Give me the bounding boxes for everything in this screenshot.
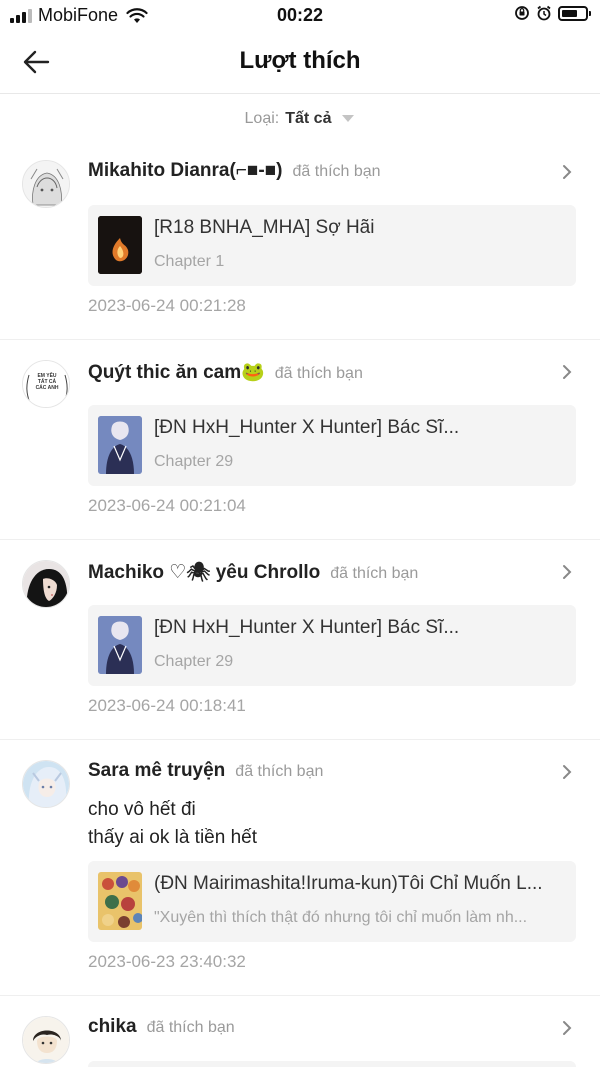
story-excerpt: "Xuyên thì thích thật đó nhưng tôi chỉ m…	[154, 909, 528, 926]
action-text: đã thích bạn	[292, 163, 381, 180]
story-cover	[98, 872, 142, 930]
avatar-image	[23, 761, 69, 807]
story-title: (ĐN Mairimashita!Iruma-kun)Tôi Chỉ Muốn …	[154, 873, 543, 894]
avatar-image	[23, 1017, 69, 1063]
status-time: 00:22	[276, 5, 324, 25]
story-cover	[98, 416, 142, 474]
timestamp: 2023-06-23 23:40:32	[88, 952, 246, 971]
story-chapter: Chapter 29	[154, 653, 234, 670]
user-line: Mikahito Dianra(⌐■-■) đã thích bạn	[88, 160, 381, 182]
action-text: đã thích bạn	[146, 1019, 235, 1036]
nav-bar: Lượt thích	[0, 32, 600, 94]
list-item[interactable]: chika đã thích bạn	[0, 996, 600, 1067]
user-name[interactable]: chika	[88, 1016, 137, 1038]
chevron-right-icon[interactable]	[560, 1018, 574, 1038]
timestamp: 2023-06-24 00:21:04	[88, 496, 246, 515]
filter-value: Tất cả	[285, 110, 332, 127]
comment-line: cho vô hết đi	[88, 799, 196, 820]
user-line: Quýt thic ăn cam🐸 đã thích bạn	[88, 360, 363, 384]
user-name[interactable]: Machiko ♡🕷 yêu Chrollo	[88, 560, 320, 584]
chevron-right-icon[interactable]	[560, 762, 574, 782]
action-text: đã thích bạn	[274, 365, 363, 382]
list-item[interactable]: Sara mê truyện đã thích bạn cho vô hết đ…	[0, 740, 600, 996]
story-card[interactable]: [R18 BNHA_MHA] Sợ Hãi Chapter 1	[88, 205, 576, 286]
story-cover	[98, 216, 142, 274]
avatar[interactable]: EM YÊU TẤT CẢ CÁC ANH	[22, 360, 70, 408]
page-title: Lượt thích	[239, 47, 361, 74]
avatar[interactable]	[22, 1016, 70, 1064]
timestamp: 2023-06-24 00:21:28	[88, 296, 246, 315]
avatar-text: EM YÊU TẤT CẢ CÁC ANH	[35, 373, 59, 391]
action-text: đã thích bạn	[330, 565, 419, 582]
user-name[interactable]: Quýt thic ăn cam🐸	[88, 360, 265, 384]
list-item[interactable]: Machiko ♡🕷 yêu Chrollo đã thích bạn [ĐN …	[0, 540, 600, 740]
user-line: Sara mê truyện đã thích bạn	[88, 760, 323, 782]
avatar[interactable]	[22, 560, 70, 608]
chevron-right-icon[interactable]	[560, 362, 574, 382]
chevron-right-icon[interactable]	[560, 162, 574, 182]
orientation-lock-icon	[515, 6, 529, 20]
avatar-image	[23, 561, 69, 607]
story-title: [ĐN HxH_Hunter X Hunter] Bác Sĩ...	[154, 417, 460, 438]
story-chapter: Chapter 29	[154, 453, 234, 470]
battery-icon	[558, 5, 591, 21]
action-text: đã thích bạn	[235, 763, 324, 780]
status-right	[514, 5, 591, 21]
avatar[interactable]	[22, 760, 70, 808]
story-title: [ĐN HxH_Hunter X Hunter] Bác Sĩ...	[154, 617, 460, 638]
story-cover	[98, 616, 142, 674]
filter-label: Loại:	[244, 110, 280, 127]
user-line: chika đã thích bạn	[88, 1016, 235, 1038]
comment-line: thấy ai ok là tiền hết	[88, 827, 257, 848]
type-filter[interactable]: Loại: Tất cả	[0, 104, 600, 134]
avatar[interactable]	[22, 160, 70, 208]
story-chapter: Chapter 1	[154, 253, 225, 270]
user-line: Machiko ♡🕷 yêu Chrollo đã thích bạn	[88, 560, 418, 584]
story-card[interactable]: [ĐN HxH_Hunter X Hunter] Bác Sĩ... Chapt…	[88, 405, 576, 486]
story-card[interactable]: [ĐN HxH_Hunter X Hunter] Bác Sĩ... Chapt…	[88, 605, 576, 686]
caret-down-icon	[342, 115, 355, 122]
list-item[interactable]: Mikahito Dianra(⌐■-■) đã thích bạn [R18 …	[0, 140, 600, 340]
user-name[interactable]: Mikahito Dianra(⌐■-■)	[88, 160, 283, 182]
chevron-right-icon[interactable]	[560, 562, 574, 582]
story-card[interactable]: (ĐN Mairimashita!Iruma-kun)Tôi Chỉ Muốn …	[88, 861, 576, 942]
story-card[interactable]	[88, 1061, 576, 1067]
list-item[interactable]: EM YÊU TẤT CẢ CÁC ANH Quýt thic ăn cam🐸 …	[0, 340, 600, 540]
timestamp: 2023-06-24 00:18:41	[88, 696, 246, 715]
user-name[interactable]: Sara mê truyện	[88, 760, 225, 782]
story-title: [R18 BNHA_MHA] Sợ Hãi	[154, 217, 375, 238]
avatar-image	[23, 161, 69, 207]
alarm-icon	[537, 5, 551, 21]
status-bar: MobiFone 00:22	[0, 0, 600, 32]
